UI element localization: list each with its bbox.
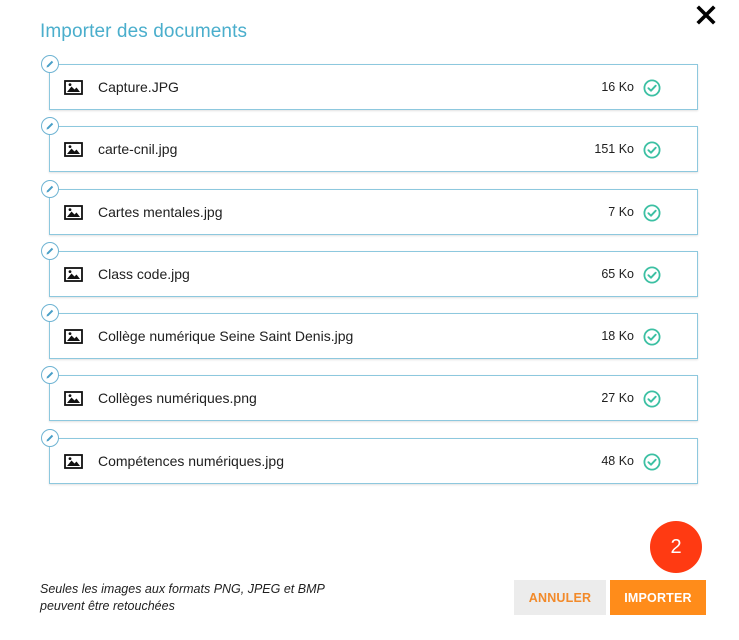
format-note-line2: peuvent être retouchées — [40, 599, 175, 613]
pencil-icon[interactable] — [41, 55, 59, 73]
file-row: Class code.jpg 65 Ko — [40, 241, 702, 303]
check-circle-icon — [643, 79, 661, 97]
file-card: Collège numérique Seine Saint Denis.jpg … — [49, 313, 698, 360]
check-circle-icon — [643, 141, 661, 159]
file-card: Compétences numériques.jpg 48 Ko — [49, 437, 698, 484]
file-size: 27 Ko — [601, 391, 634, 406]
image-file-icon — [64, 204, 83, 220]
file-size: 151 Ko — [594, 142, 634, 157]
image-file-icon — [64, 329, 83, 345]
cancel-button[interactable]: ANNULER — [514, 580, 606, 615]
image-file-icon — [64, 453, 83, 469]
check-circle-icon — [643, 390, 661, 408]
file-size: 18 Ko — [601, 329, 634, 344]
file-row: carte-cnil.jpg 151 Ko — [40, 116, 702, 178]
format-note: Seules les images aux formats PNG, JPEG … — [40, 581, 325, 615]
file-card: Collèges numériques.png 27 Ko — [49, 375, 698, 422]
file-card: Cartes mentales.jpg 7 Ko — [49, 188, 698, 235]
file-name: Collège numérique Seine Saint Denis.jpg — [98, 328, 354, 345]
dialog-title: Importer des documents — [40, 21, 248, 42]
file-size: 48 Ko — [601, 453, 634, 468]
pencil-icon[interactable] — [41, 428, 59, 447]
check-circle-icon — [643, 328, 661, 346]
file-size: 7 Ko — [608, 204, 634, 219]
file-row: Collèges numériques.png 27 Ko — [40, 365, 702, 427]
check-circle-icon — [643, 266, 661, 284]
image-file-icon — [64, 80, 83, 95]
file-row: Compétences numériques.jpg 48 Ko — [40, 428, 702, 490]
import-button[interactable]: IMPORTER — [610, 580, 706, 615]
file-card: Capture.JPG 16 Ko — [49, 64, 698, 110]
file-name: Capture.JPG — [98, 79, 179, 95]
file-name: Cartes mentales.jpg — [98, 203, 223, 220]
check-circle-icon — [643, 204, 661, 222]
file-card: carte-cnil.jpg 151 Ko — [49, 126, 698, 173]
file-row: Capture.JPG 16 Ko — [40, 54, 702, 116]
pencil-icon[interactable] — [41, 179, 59, 198]
check-circle-icon — [643, 453, 661, 471]
file-name: Class code.jpg — [98, 265, 190, 282]
image-file-icon — [64, 391, 83, 407]
file-name: Compétences numériques.jpg — [98, 452, 284, 469]
image-file-icon — [64, 266, 83, 282]
image-file-icon — [64, 142, 83, 158]
count-badge: 2 — [650, 521, 702, 573]
close-icon[interactable] — [694, 3, 718, 27]
file-size: 16 Ko — [601, 80, 634, 94]
pencil-icon[interactable] — [41, 241, 59, 260]
file-name: Collèges numériques.png — [98, 390, 257, 407]
file-card: Class code.jpg 65 Ko — [49, 250, 698, 297]
file-row: Cartes mentales.jpg 7 Ko — [40, 179, 702, 241]
format-note-line1: Seules les images aux formats PNG, JPEG … — [40, 582, 325, 596]
file-size: 65 Ko — [601, 266, 634, 281]
file-list: Capture.JPG 16 Ko carte-cnil.jpg 151 Ko … — [40, 54, 702, 490]
file-row: Collège numérique Seine Saint Denis.jpg … — [40, 303, 702, 365]
file-name: carte-cnil.jpg — [98, 141, 178, 158]
